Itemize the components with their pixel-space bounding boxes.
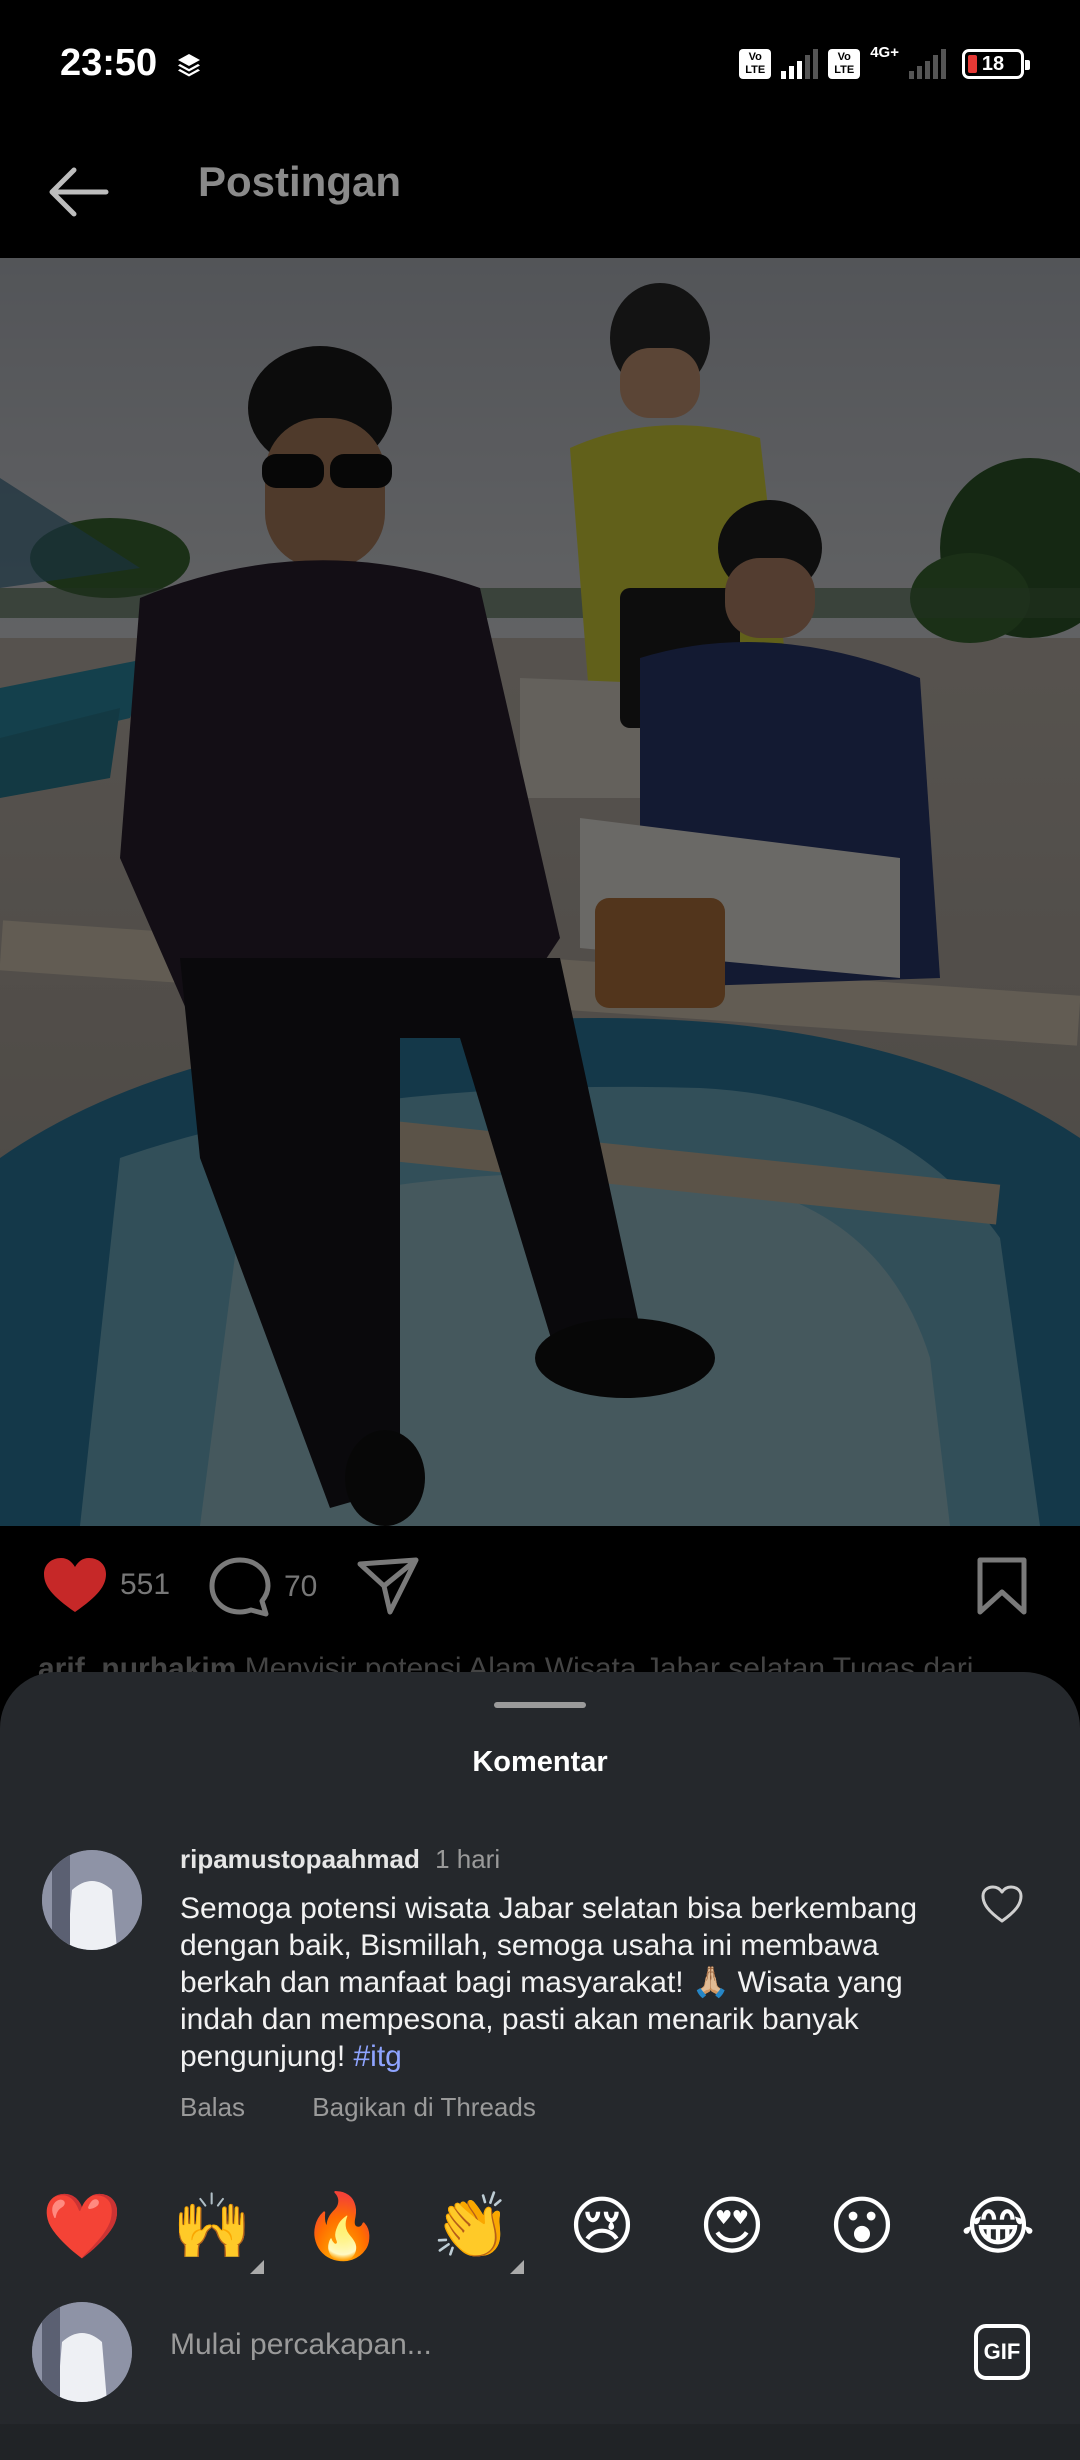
network-type: 4G+ [870, 44, 899, 61]
volte-icon-2: Vo LTE [828, 49, 861, 79]
battery-percent: 18 [981, 52, 1005, 75]
emoji-heart[interactable]: ❤️ [42, 2186, 122, 2266]
comment-action[interactable]: 70 [208, 1556, 317, 1618]
battery-level-fill [968, 55, 977, 73]
status-time: 23:50 [60, 42, 158, 84]
comments-sheet: Komentar ripamustopaahmad 1 hari Semoga … [0, 1672, 1080, 2460]
comment-input[interactable]: Mulai percakapan... [170, 2328, 432, 2362]
emoji-fire[interactable]: 🔥 [302, 2186, 382, 2266]
system-nav-bar [0, 2424, 1080, 2460]
signal-strength-icon [781, 49, 819, 79]
comment-hashtag[interactable]: #itg [354, 2040, 402, 2073]
post-image[interactable] [0, 258, 1080, 1526]
avatar[interactable] [42, 1850, 142, 1950]
comment-count: 70 [284, 1570, 318, 1603]
drag-handle[interactable] [494, 1702, 586, 1708]
battery-icon: 18 [962, 49, 1030, 79]
comment-input-row: Mulai percakapan... GIF [0, 2288, 1080, 2402]
emoji-clap[interactable]: 👏 [432, 2186, 524, 2274]
comment-icon[interactable] [208, 1556, 272, 1618]
reply-button[interactable]: Balas [180, 2092, 245, 2122]
app-header: Postingan [0, 130, 1080, 258]
gif-button[interactable]: GIF [974, 2324, 1030, 2380]
heart-outline-icon[interactable] [980, 1884, 1024, 1924]
comment-body: Semoga potensi wisata Jabar selatan bisa… [180, 1892, 918, 2073]
volte-icon: Vo LTE [739, 49, 772, 79]
heart-filled-icon[interactable] [42, 1556, 108, 1614]
sheet-title: Komentar [472, 1746, 608, 1778]
status-bar: 23:50 Vo LTE Vo LTE 4G+ 18 [0, 0, 1080, 130]
emoji-laughing[interactable]: 😂 [958, 2186, 1038, 2266]
post-actions: 551 70 [0, 1526, 1080, 1646]
like-action[interactable]: 551 [42, 1556, 170, 1614]
comment-text: Semoga potensi wisata Jabar selatan bisa… [180, 1890, 970, 2075]
arrow-left-icon[interactable] [44, 162, 110, 222]
emoji-surprised[interactable]: 😮 [822, 2186, 902, 2266]
image-dim-overlay [0, 258, 1080, 1526]
emoji-crying[interactable]: 😢 [562, 2186, 642, 2266]
share-threads-button[interactable]: Bagikan di Threads [312, 2092, 536, 2122]
comment-links: Balas Bagikan di Threads [180, 2092, 596, 2123]
layers-icon [178, 54, 200, 77]
comment-meta: ripamustopaahmad 1 hari [180, 1844, 500, 1875]
own-avatar [32, 2302, 132, 2402]
page-title: Postingan [198, 158, 402, 205]
signal-strength-icon-2 [909, 49, 946, 79]
bookmark-icon[interactable] [976, 1556, 1028, 1616]
comment-username[interactable]: ripamustopaahmad [180, 1844, 420, 1874]
emoji-heart-eyes[interactable]: 😍 [692, 2186, 772, 2266]
share-send-icon[interactable] [356, 1556, 420, 1616]
quick-reactions: ❤️ 🙌 🔥 👏 😢 😍 😮 😂 [0, 2186, 1080, 2278]
like-count: 551 [120, 1568, 171, 1601]
comment-time: 1 hari [435, 1844, 501, 1874]
emoji-raised-hands[interactable]: 🙌 [172, 2186, 264, 2274]
